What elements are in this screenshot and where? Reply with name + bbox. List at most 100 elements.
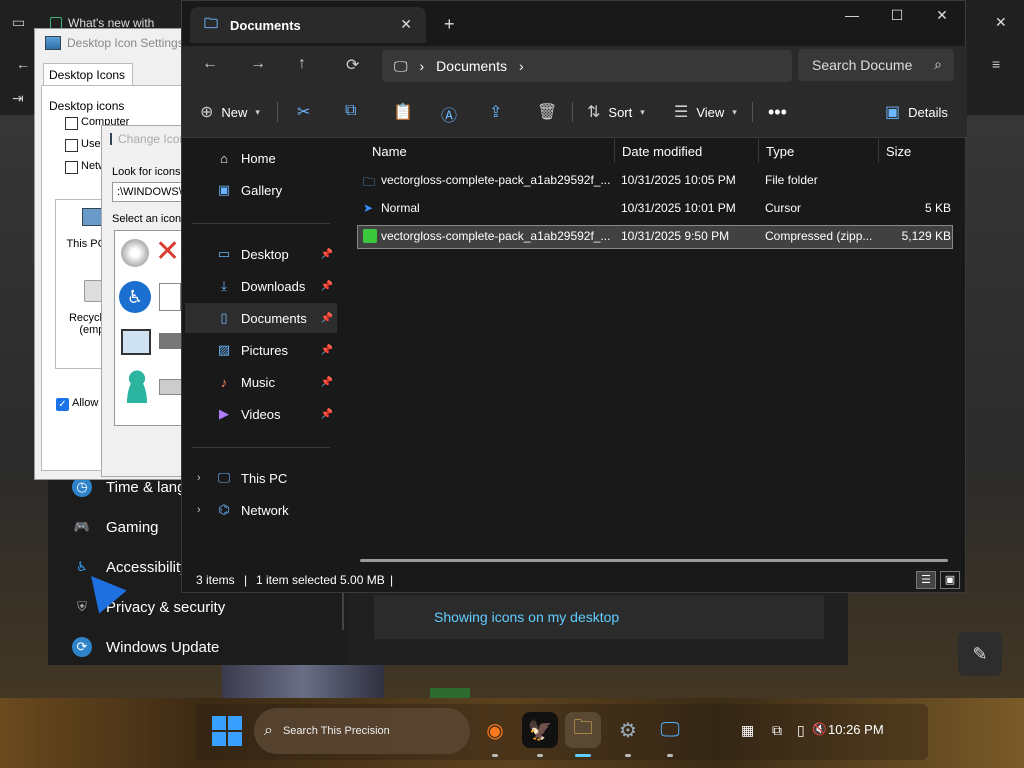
pin-icon[interactable]: 📌 (321, 281, 333, 292)
maximize-icon[interactable]: ☐ (877, 7, 917, 29)
pin-icon[interactable]: 📌 (321, 409, 333, 420)
chevron-right-icon[interactable]: › (197, 504, 201, 516)
up-icon[interactable]: ↑ (298, 55, 306, 73)
view-icon: ☰ (674, 104, 689, 121)
qr-code-icon[interactable]: ▦ (741, 722, 754, 739)
allow-themes-checkbox[interactable]: ✓ (56, 398, 69, 411)
browser-signin-icon[interactable]: ⇥ (12, 90, 24, 107)
nav-gallery[interactable]: ▣ Gallery (185, 175, 337, 205)
taskbar-search[interactable]: ⌕ Search This Precision (254, 708, 470, 754)
file-explorer-icon[interactable]: 🗀 (565, 712, 601, 748)
file-row[interactable]: 🗀 vectorgloss-complete-pack_a1ab29592f_.… (357, 169, 953, 193)
sort-icon: ⇅ (587, 104, 601, 121)
nav-downloads[interactable]: ⤓ Downloads 📌 (185, 271, 337, 301)
app-indicator (667, 754, 673, 757)
network-tray-icon[interactable]: ▯ (797, 722, 805, 739)
column-size[interactable]: Size (878, 139, 958, 163)
details-button[interactable]: ▣ Details (885, 102, 948, 122)
tab-desktop-icons[interactable]: Desktop Icons (43, 63, 133, 85)
nav-desktop[interactable]: ▭ Desktop 📌 (185, 239, 337, 269)
app-indicator (625, 754, 631, 757)
paste-button[interactable]: 📋 (393, 102, 413, 122)
nav-this-pc[interactable]: › 🖵 This PC (185, 463, 337, 493)
browser-close-icon[interactable]: ✕ (995, 14, 1007, 31)
chevron-right-icon[interactable]: › (197, 472, 201, 484)
copy-button[interactable]: ⧉ (345, 102, 356, 120)
file-row[interactable]: ➤ Normal 10/31/2025 10:01 PM Cursor 5 KB (357, 197, 953, 221)
desktop-icons-link[interactable]: Showing icons on my desktop (374, 595, 824, 639)
view-button[interactable]: ☰ View ▾ (674, 102, 737, 122)
explorer-tab-documents[interactable]: 🗀 Documents ✕ (190, 7, 426, 43)
column-date[interactable]: Date modified (614, 139, 758, 163)
pin-icon[interactable]: 📌 (321, 377, 333, 388)
chevron-right-icon[interactable]: › (519, 58, 524, 74)
breadcrumb[interactable]: 🖵 › Documents › (382, 50, 792, 82)
horizontal-scrollbar[interactable] (360, 559, 948, 562)
nav-documents[interactable]: ▯ Documents 📌 (185, 303, 337, 333)
file-name: Normal (381, 201, 420, 215)
icon-grid[interactable]: ✕ ♿ (114, 230, 185, 426)
document-icon[interactable] (159, 283, 181, 311)
display-settings-icon[interactable]: 🖵 (652, 712, 688, 748)
rename-button[interactable]: Ⓐ (441, 102, 457, 126)
minimize-icon[interactable]: — (832, 7, 872, 29)
change-icon-dialog: Change Icon Look for icons in this file:… (101, 125, 186, 477)
pictures-icon: ▨ (217, 342, 231, 357)
pin-icon[interactable]: 📌 (321, 249, 333, 260)
file-row-selected[interactable]: vectorgloss-complete-pack_a1ab29592f_...… (357, 225, 953, 249)
settings-gear-icon[interactable]: ⚙ (610, 712, 646, 748)
user-icon[interactable] (123, 369, 151, 403)
firefox-icon[interactable]: ◉ (477, 712, 513, 748)
nav-videos[interactable]: ▶ Videos 📌 (185, 399, 337, 429)
nav-network[interactable]: › ⌬ Network (185, 495, 337, 525)
new-button[interactable]: ⊕ New ▾ (200, 102, 260, 122)
icon-file-path[interactable]: :\WINDOWS\system32\imageres.dll (112, 182, 184, 202)
nav-label: Desktop (241, 246, 289, 262)
sort-button[interactable]: ⇅ Sort ▾ (587, 102, 645, 122)
eagle-app-icon[interactable]: 🦅 (522, 712, 558, 748)
breadcrumb-documents[interactable]: Documents (436, 58, 507, 74)
details-pane-icon: ▣ (885, 104, 901, 121)
pin-icon[interactable]: 📌 (321, 313, 333, 324)
browser-back-icon[interactable]: ← (16, 56, 30, 72)
start-icon[interactable] (212, 716, 242, 746)
volume-muted-icon[interactable]: 🔇 (812, 722, 827, 736)
column-type[interactable]: Type (758, 139, 878, 163)
details-view-icon[interactable]: ☰ (916, 571, 936, 589)
edit-pencil-icon[interactable]: ✎ (958, 632, 1002, 676)
delete-button[interactable]: 🗑 (537, 102, 557, 122)
forward-icon[interactable]: → (250, 55, 266, 73)
checkbox-network[interactable] (65, 161, 78, 174)
snipping-tool-icon[interactable]: ⧉ (772, 722, 782, 739)
refresh-icon[interactable]: ⟳ (346, 55, 359, 75)
preview-this-pc[interactable]: This PC (66, 238, 106, 250)
pin-icon[interactable]: 📌 (321, 345, 333, 356)
cut-button[interactable]: ✂ (297, 102, 310, 122)
search-icon: ⌕ (264, 722, 273, 739)
nav-music[interactable]: ♪ Music 📌 (185, 367, 337, 397)
cd-audio-icon[interactable] (121, 239, 149, 267)
nav-home[interactable]: ⌂ Home (185, 143, 337, 173)
back-icon[interactable]: ← (202, 55, 218, 73)
column-name[interactable]: Name (364, 139, 614, 163)
tab-actions-icon[interactable]: ▭ (12, 14, 25, 31)
red-x-icon[interactable]: ✕ (155, 237, 180, 267)
checkbox-users-files[interactable] (65, 139, 78, 152)
more-options-icon[interactable]: ••• (768, 102, 787, 123)
new-tab-icon[interactable]: + (444, 14, 455, 35)
close-icon[interactable]: ✕ (922, 7, 962, 29)
chevron-down-icon: ▾ (640, 106, 645, 117)
nav-windows-update[interactable]: ⟳ Windows Update (72, 629, 342, 665)
document-icon: ▯ (220, 310, 228, 325)
screen-settings-icon[interactable] (121, 329, 151, 355)
accessibility-icon[interactable]: ♿ (119, 281, 151, 313)
tiles-view-icon[interactable]: ▣ (940, 571, 960, 589)
nav-pictures[interactable]: ▨ Pictures 📌 (185, 335, 337, 365)
search-icon[interactable]: ⌕ (934, 56, 942, 73)
tab-close-icon[interactable]: ✕ (400, 16, 412, 33)
checkbox-computer[interactable] (65, 117, 78, 130)
share-button[interactable]: ⇪ (489, 102, 502, 122)
clock[interactable]: 10:26 PM (828, 722, 884, 737)
search-input[interactable]: Search Documents ⌕ (798, 49, 954, 81)
browser-menu-icon[interactable]: ≡ (992, 56, 1000, 72)
